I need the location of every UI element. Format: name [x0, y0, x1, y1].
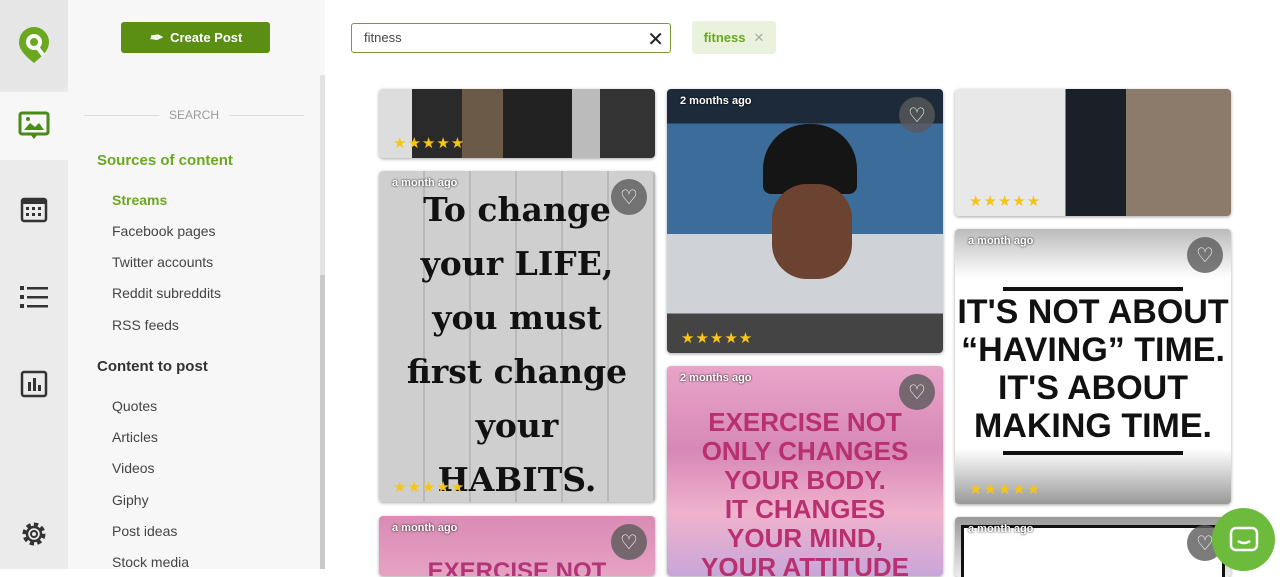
location-pin-logo-icon [19, 27, 49, 63]
create-post-label: Create Post [170, 30, 243, 45]
nav-calendar[interactable] [0, 175, 68, 243]
quote-line: ONLY CHANGES [701, 436, 909, 466]
heart-icon[interactable]: ♡ [899, 374, 935, 410]
quote-line: first change [406, 352, 628, 391]
post-age: a month ago [392, 522, 458, 534]
sidebar-item-videos[interactable]: Videos [112, 460, 155, 476]
chat-icon [1229, 526, 1258, 551]
photo-subject [772, 184, 852, 279]
quote-line: your LIFE, [420, 244, 614, 283]
quote-text: EXERCISE NOT [427, 558, 607, 576]
divider-line [1003, 451, 1183, 455]
sidebar-item-quotes[interactable]: Quotes [112, 398, 157, 414]
heart-icon[interactable]: ♡ [1187, 237, 1223, 273]
app-logo[interactable] [0, 0, 68, 90]
quote-line: IT'S NOT ABOUT [957, 293, 1229, 331]
post-age: 2 months ago [680, 95, 752, 107]
sidebar-scrollbar[interactable] [320, 75, 325, 569]
post-age: 2 months ago [680, 372, 752, 384]
post-card[interactable]: EXERCISE NOT ONLY CHANGES YOUR BODY. IT CHA… [667, 366, 943, 576]
nav-list[interactable] [0, 263, 68, 331]
filter-tag[interactable]: fitness ✕ [692, 21, 776, 54]
image-message-icon [18, 111, 50, 139]
quote-line: YOUR BODY. [724, 465, 886, 495]
remove-tag-icon[interactable]: ✕ [754, 30, 765, 46]
rating-stars: ★★★★★ [393, 135, 466, 152]
post-card[interactable]: To change your LIFE, you must first change y… [379, 171, 655, 502]
icon-rail [0, 0, 68, 569]
quote-line: YOUR ATTITUDE [701, 552, 909, 577]
heart-icon[interactable]: ♡ [899, 97, 935, 133]
post-age: a month ago [392, 177, 458, 189]
search-value: fitness [364, 30, 402, 45]
sidebar: ✒ Create Post SEARCH Sources of content S… [68, 0, 325, 570]
quote-line: MAKING TIME. [974, 407, 1212, 445]
list-icon [20, 286, 48, 308]
post-card[interactable]: a month ago ♡ [955, 517, 1231, 577]
sidebar-item-giphy[interactable]: Giphy [112, 492, 149, 508]
post-card[interactable]: EXERCISE NOT a month ago ♡ [379, 516, 655, 576]
rating-stars: ★★★★★ [969, 193, 1042, 210]
post-card[interactable]: IT'S NOT ABOUT “HAVING” TIME. IT'S ABOUT MA… [955, 229, 1231, 504]
quote-text: To change your LIFE, you must first change y… [379, 183, 655, 502]
quote-line: your [475, 406, 559, 445]
post-card[interactable]: ★★★★★ [955, 89, 1231, 216]
search-divider: SEARCH [84, 108, 305, 122]
quote-line: IT'S ABOUT [997, 369, 1189, 407]
rating-stars: ★★★★★ [393, 479, 466, 496]
filter-tag-label: fitness [703, 30, 746, 45]
heart-icon[interactable]: ♡ [611, 524, 647, 560]
sidebar-item-rss-feeds[interactable]: RSS feeds [112, 317, 179, 333]
quote-line: “HAVING” TIME. [961, 331, 1225, 369]
sidebar-item-post-ideas[interactable]: Post ideas [112, 523, 177, 539]
gear-icon [22, 522, 46, 546]
search-label: SEARCH [169, 108, 220, 122]
sidebar-item-facebook-pages[interactable]: Facebook pages [112, 223, 216, 239]
quote-text: IT'S NOT ABOUT “HAVING” TIME. IT'S ABOUT MA… [955, 293, 1231, 445]
quote-line: EXERCISE NOT [708, 407, 902, 437]
nav-content[interactable] [0, 92, 68, 160]
rating-stars: ★★★★★ [969, 481, 1042, 498]
sidebar-item-streams[interactable]: Streams [112, 192, 167, 208]
feather-icon: ✒ [148, 29, 163, 47]
create-post-button[interactable]: ✒ Create Post [121, 22, 270, 53]
quote-line: you must [432, 298, 602, 337]
sidebar-item-articles[interactable]: Articles [112, 429, 158, 445]
rating-stars: ★★★★★ [681, 330, 754, 347]
clear-search-icon[interactable]: ✕ [647, 27, 664, 52]
nav-analytics[interactable] [0, 350, 68, 418]
calendar-icon [20, 197, 48, 223]
heart-icon[interactable]: ♡ [611, 179, 647, 215]
quote-line: YOUR MIND, [727, 523, 883, 553]
chat-launcher-button[interactable] [1212, 508, 1275, 571]
sources-heading: Sources of content [97, 152, 233, 169]
content-heading: Content to post [97, 358, 208, 375]
sidebar-item-reddit-subreddits[interactable]: Reddit subreddits [112, 285, 221, 301]
nav-settings[interactable] [0, 500, 68, 568]
post-age: a month ago [968, 523, 1034, 535]
divider-line [1003, 287, 1183, 291]
post-card[interactable]: 2 months ago ♡ ★★★★★ [667, 89, 943, 353]
search-input[interactable]: fitness ✕ [351, 23, 671, 53]
sidebar-item-twitter-accounts[interactable]: Twitter accounts [112, 254, 213, 270]
quote-text: EXERCISE NOT ONLY CHANGES YOUR BODY. IT CHA… [667, 407, 943, 577]
post-age: a month ago [968, 235, 1034, 247]
sidebar-item-stock-media[interactable]: Stock media [112, 554, 189, 570]
quote-line: IT CHANGES [724, 494, 886, 524]
post-card[interactable]: ★★★★★ [379, 89, 655, 158]
bar-chart-icon [20, 370, 48, 398]
